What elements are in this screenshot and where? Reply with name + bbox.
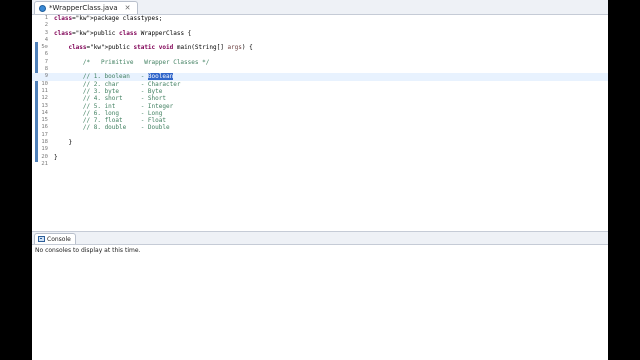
- code-line[interactable]: 13 // 5. int - Integer: [32, 103, 608, 110]
- line-number: 20: [41, 153, 48, 160]
- code-line[interactable]: 15 // 7. float - Float: [32, 117, 608, 124]
- editor-tab-bar: *WrapperClass.java ✕: [32, 0, 608, 15]
- line-text[interactable]: // 5. int - Integer: [54, 103, 173, 110]
- code-line[interactable]: 18 }: [32, 139, 608, 146]
- line-number: 5⊖: [41, 44, 48, 51]
- line-number: 10: [41, 80, 48, 87]
- code-line[interactable]: 4: [32, 37, 608, 44]
- code-line[interactable]: 1 class="kw">package classtypes;: [32, 15, 608, 22]
- line-text[interactable]: // 7. float - Float: [54, 117, 166, 124]
- line-number: 18: [41, 139, 48, 146]
- line-text[interactable]: }: [54, 139, 72, 146]
- code-line[interactable]: 11 // 3. byte - Byte: [32, 88, 608, 95]
- line-number: 14: [41, 109, 48, 116]
- code-line[interactable]: 5⊖ class="kw">public static void main(St…: [32, 44, 608, 51]
- line-text[interactable]: // 4. short - Short: [54, 95, 166, 102]
- eclipse-workbench: *WrapperClass.java ✕ 1 class="kw">package…: [32, 0, 608, 360]
- code-line[interactable]: 8: [32, 66, 608, 73]
- code-line[interactable]: 19: [32, 146, 608, 153]
- line-text[interactable]: class="kw">public static void main(Strin…: [54, 44, 252, 51]
- editor-tab-label: *WrapperClass.java: [49, 4, 118, 12]
- code-editor[interactable]: 1 class="kw">package classtypes; 2 3 class="…: [32, 15, 608, 241]
- line-number: 21: [41, 160, 48, 167]
- line-text[interactable]: // 6. long - Long: [54, 110, 162, 117]
- line-number: 6: [44, 51, 48, 58]
- code-line[interactable]: 12 // 4. short - Short: [32, 95, 608, 102]
- editor-tab-wrapperclass[interactable]: *WrapperClass.java ✕: [34, 1, 138, 14]
- code-line[interactable]: 16 // 8. double - Double: [32, 124, 608, 131]
- line-number: 4: [44, 36, 48, 43]
- line-text[interactable]: /* Primitive Wrapper Classes */: [54, 59, 209, 66]
- code-line[interactable]: 10 // 2. char - Character: [32, 81, 608, 88]
- line-number: 15: [41, 117, 48, 124]
- line-text[interactable]: // 3. byte - Byte: [54, 88, 162, 95]
- line-number: 8: [44, 66, 48, 73]
- console-panel: Console No consoles to display at this t…: [32, 231, 608, 360]
- line-number: 13: [41, 102, 48, 109]
- line-number: 11: [41, 87, 48, 94]
- code-line[interactable]: 9 // 1. boolean - Boolean: [32, 73, 608, 81]
- line-number: 19: [41, 146, 48, 153]
- selected-text[interactable]: Boolean: [147, 73, 174, 81]
- console-tab[interactable]: Console: [34, 233, 76, 244]
- line-text[interactable]: // 8. double - Double: [54, 124, 170, 131]
- line-number: 3: [44, 29, 48, 36]
- line-number: 12: [41, 95, 48, 102]
- code-line[interactable]: 3 class="kw">public class WrapperClass {: [32, 30, 608, 37]
- line-number: 9: [44, 73, 48, 80]
- code-line[interactable]: 17: [32, 132, 608, 139]
- line-number: 16: [41, 124, 48, 131]
- line-text[interactable]: }: [54, 154, 58, 161]
- line-text[interactable]: // 2. char - Character: [54, 81, 181, 88]
- code-line[interactable]: 20}: [32, 154, 608, 161]
- line-text[interactable]: // 1. boolean - Boolean: [54, 73, 174, 81]
- console-icon: [38, 236, 45, 242]
- console-tab-bar: Console: [32, 232, 608, 245]
- console-empty-message: No consoles to display at this time.: [35, 247, 141, 254]
- line-number: 7: [44, 58, 48, 65]
- code-lines[interactable]: 1 class="kw">package classtypes; 2 3 class="…: [32, 15, 608, 168]
- console-tab-label: Console: [47, 235, 71, 243]
- line-number: 2: [44, 22, 48, 29]
- code-line[interactable]: 21: [32, 161, 608, 168]
- line-number: 17: [41, 131, 48, 138]
- code-line[interactable]: 7 /* Primitive Wrapper Classes */: [32, 59, 608, 66]
- code-line[interactable]: 2: [32, 22, 608, 29]
- line-text[interactable]: class="kw">package classtypes;: [54, 15, 162, 22]
- code-line[interactable]: 6: [32, 51, 608, 58]
- java-file-icon: [39, 4, 46, 12]
- code-line[interactable]: 14 // 6. long - Long: [32, 110, 608, 117]
- line-number: 1: [44, 15, 48, 21]
- line-text[interactable]: class="kw">public class WrapperClass {: [54, 30, 191, 37]
- close-icon[interactable]: ✕: [125, 4, 131, 12]
